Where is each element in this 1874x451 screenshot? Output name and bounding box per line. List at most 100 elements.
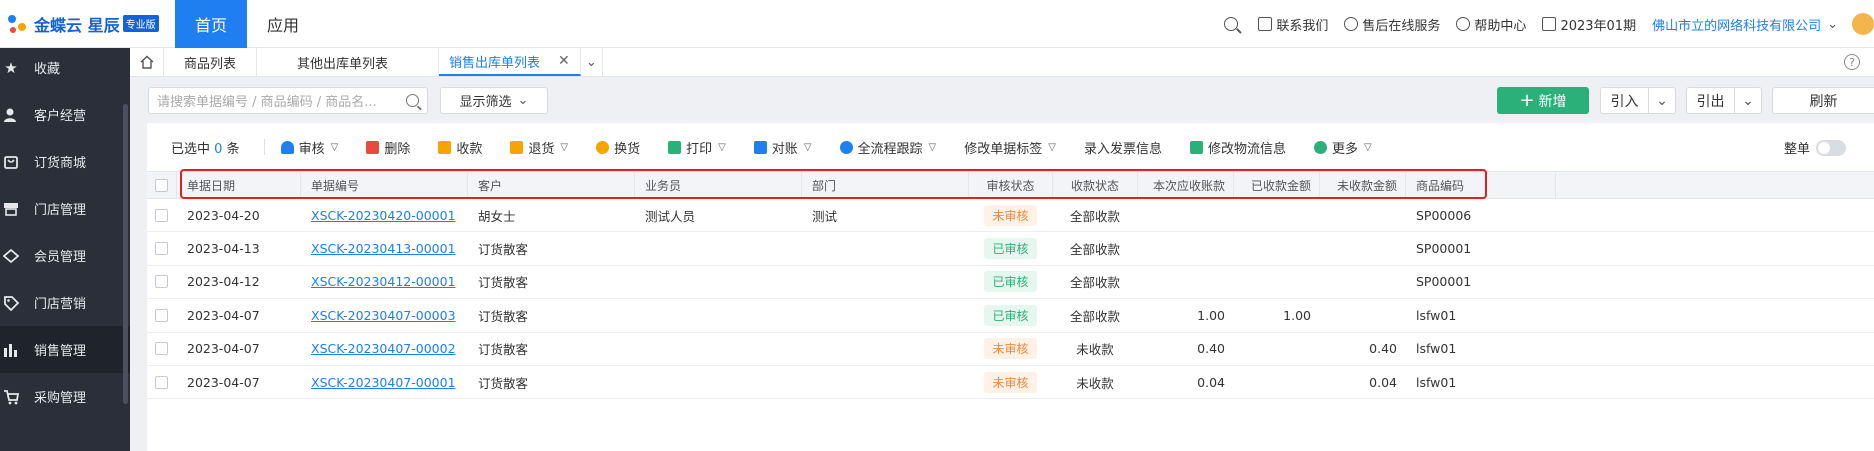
table-row[interactable]: 2023-04-07 XSCK-20230407-00002 订货散客 未审核 … (147, 333, 1874, 366)
sidebar-item-member[interactable]: 会员管理 (0, 232, 130, 279)
service-label: 售后在线服务 (1362, 18, 1441, 34)
sidebar-item-customer[interactable]: 客户经营 (0, 91, 130, 138)
contact-link[interactable]: 联系我们 (1258, 15, 1328, 34)
chevron-down-icon: ⌄ (1827, 16, 1838, 32)
audit-button[interactable]: 审核 ▽ (280, 138, 338, 157)
cell-audit-status: 未审核 (969, 333, 1053, 365)
global-search-button[interactable] (1224, 17, 1242, 31)
column-header-received[interactable]: 已收款金额 (1234, 172, 1320, 198)
column-header-number[interactable]: 单据编号 (301, 172, 468, 198)
sidebar-item-favorites[interactable]: ★ 收藏 (0, 44, 130, 91)
column-header-customer[interactable]: 客户 (468, 172, 635, 198)
row-checkbox[interactable] (155, 308, 168, 322)
import-label: 引入 (1610, 93, 1639, 110)
export-button[interactable]: 引出 (1687, 88, 1735, 113)
sidebar-scrollbar[interactable] (123, 104, 128, 404)
cell-date: 2023-04-07 (187, 341, 260, 357)
trace-button[interactable]: 全流程跟踪 ▽ (839, 138, 936, 157)
delete-button[interactable]: 删除 (366, 138, 410, 157)
sales-outbound-table: 单据日期 单据编号 客户 业务员 部门 审核状态 收款状态 本次应收账款 已收款… (147, 171, 1874, 400)
row-checkbox[interactable] (155, 342, 168, 356)
row-checkbox[interactable] (155, 208, 168, 222)
return-button[interactable]: 退货 ▽ (510, 138, 568, 157)
more-icon (1313, 140, 1327, 154)
export-button-group: 引出 ⌄ (1686, 87, 1762, 114)
cell-unreceived: 0.04 (1369, 374, 1397, 390)
tab-product-list[interactable]: 商品列表 (164, 48, 258, 76)
column-header-unreceived[interactable]: 未收款金额 (1320, 172, 1406, 198)
cell-date: 2023-04-07 (187, 374, 260, 390)
column-header-payment-status[interactable]: 收款状态 (1053, 172, 1138, 198)
help-link[interactable]: 帮助中心 (1456, 15, 1526, 34)
column-header-goods-code[interactable]: 商品编码 (1406, 172, 1556, 198)
import-button[interactable]: 引入 (1601, 88, 1649, 113)
logo[interactable]: 金蝶云 星辰 专业版 (0, 0, 175, 48)
table-row[interactable]: 2023-04-20 XSCK-20230420-00001 胡女士 测试人员 … (147, 199, 1874, 233)
row-checkbox[interactable] (155, 375, 168, 389)
cell-customer: 订货散客 (478, 375, 529, 391)
close-icon[interactable]: ✕ (558, 53, 570, 69)
reconcile-button[interactable]: 对账 ▽ (753, 138, 812, 157)
nav-app[interactable]: 应用 (247, 0, 319, 48)
tab-label: 销售出库单列表 (449, 55, 541, 71)
cell-receivable: 0.40 (1197, 341, 1225, 357)
search-input[interactable]: 请搜索单据编号 / 商品编码 / 商品名... (148, 87, 428, 114)
table-row[interactable]: 2023-04-13 XSCK-20230413-00001 订货散客 已审核 … (147, 232, 1874, 266)
sidebar-item-store-marketing[interactable]: 门店营销 (0, 279, 130, 326)
row-checkbox[interactable] (155, 242, 168, 256)
select-all-checkbox[interactable] (155, 178, 168, 192)
sidebar-item-store[interactable]: 门店管理 (0, 185, 130, 232)
cell-audit-status: 已审核 (969, 299, 1053, 331)
document-number-link[interactable]: XSCK-20230407-00002 (311, 341, 456, 356)
row-checkbox[interactable] (155, 275, 168, 289)
add-label: 新增 (1538, 93, 1567, 110)
sidebar-item-sales[interactable]: 销售管理 (0, 326, 130, 373)
document-number-link[interactable]: XSCK-20230407-00001 (311, 375, 456, 390)
print-label: 打印 (686, 141, 713, 157)
more-button[interactable]: 更多 ▽ (1313, 138, 1372, 157)
print-button[interactable]: 打印 ▽ (668, 138, 726, 157)
invoice-button[interactable]: 录入发票信息 (1084, 138, 1162, 157)
import-dropdown[interactable]: ⌄ (1649, 88, 1675, 113)
tab-other-outbound[interactable]: 其他出库单列表 (257, 48, 440, 76)
help-icon[interactable]: ? (1844, 54, 1860, 70)
column-header-department[interactable]: 部门 (802, 172, 969, 198)
tab-home[interactable] (130, 48, 164, 76)
more-label: 更多 (1331, 141, 1358, 157)
add-button[interactable]: + 新增 (1497, 87, 1589, 114)
avatar[interactable] (1852, 13, 1874, 35)
row-select-cell (147, 266, 177, 298)
export-dropdown[interactable]: ⌄ (1735, 88, 1761, 113)
column-header-audit-status[interactable]: 审核状态 (969, 172, 1053, 198)
document-number-link[interactable]: XSCK-20230412-00001 (311, 274, 456, 289)
logistics-button[interactable]: 修改物流信息 (1189, 138, 1286, 157)
sidebar-item-order-mall[interactable]: 订货商城 (0, 138, 130, 185)
sidebar-item-purchase[interactable]: 采购管理 (0, 373, 130, 420)
whole-order-toggle[interactable] (1816, 139, 1846, 156)
table-row[interactable]: 2023-04-12 XSCK-20230412-00001 订货散客 已审核 … (147, 266, 1874, 300)
company-selector[interactable]: 佛山市立的网络科技有限公司 ⌄ (1652, 15, 1838, 34)
selection-prefix: 已选中 (171, 141, 211, 157)
column-header-date[interactable]: 单据日期 (177, 172, 301, 198)
exchange-button[interactable]: 换货 (596, 138, 640, 157)
nav-home[interactable]: 首页 (175, 0, 247, 48)
column-header-salesperson[interactable]: 业务员 (635, 172, 802, 198)
document-number-link[interactable]: XSCK-20230420-00001 (311, 208, 456, 223)
tab-sales-outbound[interactable]: 销售出库单列表 ✕ (439, 48, 581, 76)
filter-button[interactable]: 显示筛选 ⌄ (440, 87, 548, 114)
modify-tags-button[interactable]: 修改单据标签 ▽ (964, 138, 1056, 157)
table-row[interactable]: 2023-04-07 XSCK-20230407-00003 订货散客 已审核 … (147, 299, 1874, 333)
document-number-link[interactable]: XSCK-20230407-00003 (311, 308, 456, 323)
search-icon[interactable] (406, 94, 419, 107)
tab-more-button[interactable]: ⌄ (581, 48, 603, 76)
chevron-down-icon: ▽ (803, 141, 812, 153)
service-link[interactable]: 售后在线服务 (1344, 15, 1440, 34)
cell-customer: 订货散客 (478, 242, 529, 258)
document-number-link[interactable]: XSCK-20230413-00001 (311, 241, 456, 256)
refresh-button[interactable]: 刷新 (1772, 87, 1874, 114)
status-badge: 未审核 (984, 371, 1037, 393)
table-row[interactable]: 2023-04-07 XSCK-20230407-00001 订货散客 未审核 … (147, 366, 1874, 400)
period-selector[interactable]: 2023年01期 (1542, 15, 1636, 34)
column-header-receivable[interactable]: 本次应收账款 (1138, 172, 1234, 198)
collect-button[interactable]: 收款 (438, 138, 482, 157)
